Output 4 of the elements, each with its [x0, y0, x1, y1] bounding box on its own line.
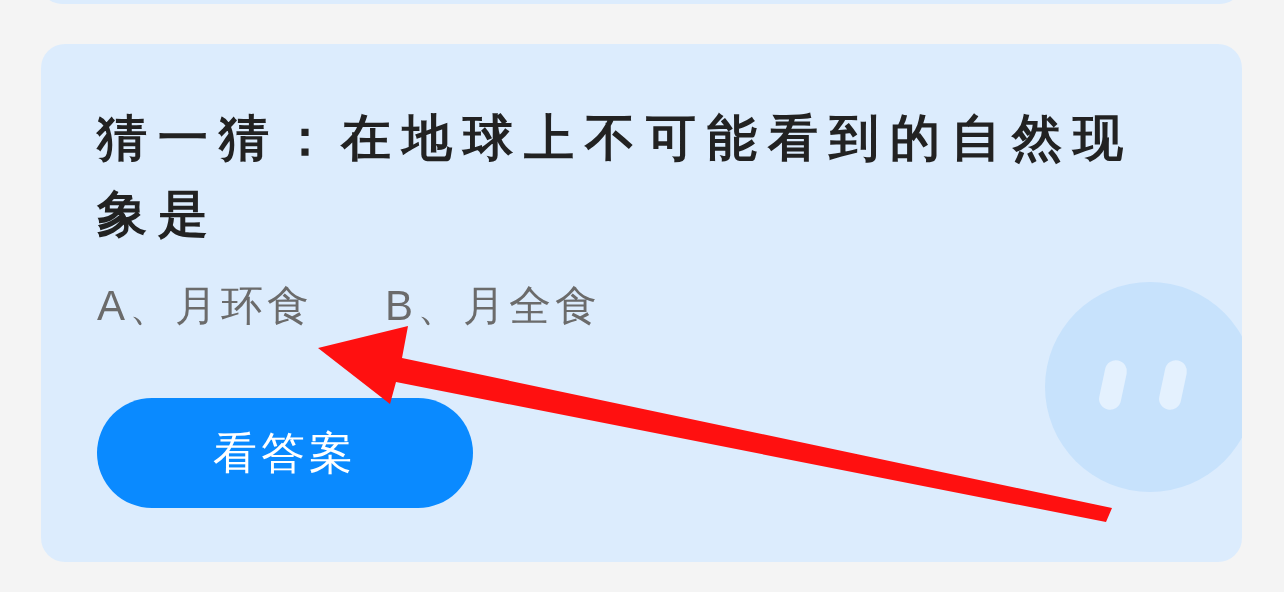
answer-option: B、月全食	[385, 276, 602, 336]
view-answer-button[interactable]: 看答案	[97, 398, 473, 508]
answer-option: A、月环食	[97, 276, 313, 336]
question-title: 猜一猜：在地球上不可能看到的自然现象是	[97, 109, 1135, 244]
